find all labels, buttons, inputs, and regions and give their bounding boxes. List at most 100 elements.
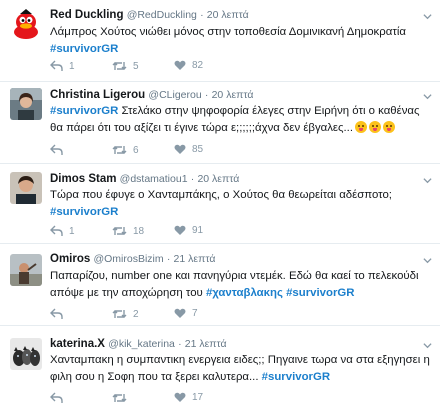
separator-dot: ·: [166, 253, 171, 265]
retweet-button[interactable]: 18: [112, 225, 144, 237]
tweet-actions: 2 7: [50, 308, 430, 322]
retweet-button[interactable]: 2: [112, 308, 139, 320]
display-name[interactable]: katerina.X: [50, 338, 105, 350]
like-button[interactable]: 85: [174, 144, 203, 155]
like-count: 85: [192, 144, 204, 155]
like-button[interactable]: 17: [174, 392, 203, 403]
retweet-icon: [112, 146, 127, 154]
heart-icon: [174, 144, 186, 154]
separator-dot: ·: [190, 173, 195, 185]
tweet-card[interactable]: Omiros @OmirosBizim · 21 λεπτά Παπαρίζου…: [0, 244, 440, 326]
tweet-card[interactable]: Christina Ligerou @CLigerou · 20 λεπτά #…: [0, 82, 440, 164]
tweet-feed: Red Duckling @RedDuckling · 20 λεπτά Λάμ…: [0, 0, 440, 409]
chevron-down-icon[interactable]: [423, 176, 432, 185]
like-button[interactable]: 91: [174, 225, 203, 236]
hashtag-link[interactable]: #survivorGR: [286, 287, 354, 299]
retweet-count: 18: [133, 225, 145, 237]
tweet-text: Παπαρίζου, number one και πανηγύρια ντεμ…: [50, 268, 432, 302]
tweet-actions: 17: [50, 392, 430, 406]
like-button[interactable]: 82: [174, 60, 203, 71]
tweet-actions: 1 5 82: [50, 60, 430, 74]
user-handle[interactable]: @kik_katerina: [108, 338, 175, 350]
reply-count: 1: [69, 60, 75, 72]
display-name[interactable]: Dimos Stam: [50, 173, 116, 185]
hashtag-link[interactable]: #survivorGR: [50, 105, 118, 117]
retweet-icon: [112, 227, 127, 235]
chevron-down-icon[interactable]: [423, 256, 432, 265]
hashtag-link[interactable]: #survivorGR: [50, 43, 118, 55]
reply-button[interactable]: 1: [50, 225, 75, 237]
heart-icon: [174, 60, 186, 70]
text-segment: Λάμπρος Χούτος νιώθει μόνος στην τοποθεσ…: [50, 26, 406, 38]
heart-icon: [174, 392, 186, 402]
reply-icon: [50, 225, 63, 236]
chevron-down-icon[interactable]: [423, 12, 432, 21]
retweet-button[interactable]: 6: [112, 144, 139, 156]
avatar[interactable]: [10, 88, 42, 120]
separator-dot: ·: [204, 89, 209, 101]
timestamp[interactable]: 21 λεπτά: [174, 253, 216, 265]
display-name[interactable]: Christina Ligerou: [50, 89, 145, 101]
reply-button[interactable]: [50, 392, 69, 404]
tweet-card[interactable]: Dimos Stam @dstamatiou1 · 20 λεπτά Τώρα …: [0, 164, 440, 244]
reply-button[interactable]: [50, 308, 69, 320]
retweet-icon: [112, 62, 127, 70]
heart-icon: [174, 308, 186, 318]
retweet-count: 2: [133, 308, 139, 320]
retweet-count: 5: [133, 60, 139, 72]
like-button[interactable]: 7: [174, 308, 198, 319]
hashtag-link[interactable]: #survivorGR: [262, 371, 330, 383]
tweet-text: #survivorGR Στελάκο στην ψηφοφορία έλεγε…: [50, 103, 432, 137]
user-handle[interactable]: @dstamatiou1: [120, 173, 188, 185]
heart-icon: [174, 225, 186, 235]
avatar[interactable]: [10, 254, 42, 286]
user-handle[interactable]: @OmirosBizim: [93, 253, 163, 265]
tweet-header: Dimos Stam @dstamatiou1 · 20 λεπτά: [50, 173, 239, 185]
user-handle[interactable]: @CLigerou: [148, 89, 201, 101]
chevron-down-icon[interactable]: [423, 92, 432, 101]
user-handle[interactable]: @RedDuckling: [127, 9, 197, 21]
tweet-actions: 6 85: [50, 144, 430, 158]
retweet-count: 6: [133, 144, 139, 156]
hashtag-link[interactable]: #χανταβλακης: [206, 287, 283, 299]
tweet-text: Τώρα που έφυγε ο Χανταμπάκης, ο Χούτος θ…: [50, 187, 432, 221]
timestamp[interactable]: 20 λεπτά: [197, 173, 239, 185]
tongue-emoji-icon: [369, 121, 381, 133]
tweet-text: Χανταμπακη η συμπαντικη ενεργεια ειδες;;…: [50, 352, 432, 386]
avatar[interactable]: [10, 338, 42, 370]
like-count: 17: [192, 392, 204, 403]
retweet-button[interactable]: [112, 392, 133, 404]
display-name[interactable]: Omiros: [50, 253, 90, 265]
tweet-text: Λάμπρος Χούτος νιώθει μόνος στην τοποθεσ…: [50, 24, 432, 58]
like-count: 91: [192, 225, 204, 236]
timestamp[interactable]: 20 λεπτά: [207, 9, 249, 21]
tweet-card[interactable]: katerina.X @kik_katerina · 21 λεπτά Χαντ…: [0, 326, 440, 409]
hashtag-link[interactable]: #survivorGR: [50, 206, 118, 218]
avatar[interactable]: [10, 172, 42, 204]
text-segment: Τώρα που έφυγε ο Χανταμπάκης, ο Χούτος θ…: [50, 189, 392, 201]
tongue-emoji-icon: [383, 121, 395, 133]
like-count: 82: [192, 60, 204, 71]
tweet-header: Red Duckling @RedDuckling · 20 λεπτά: [50, 9, 249, 21]
like-count: 7: [192, 308, 198, 319]
reply-icon: [50, 392, 63, 403]
chevron-down-icon[interactable]: [423, 341, 432, 350]
reply-icon: [50, 60, 63, 71]
reply-button[interactable]: [50, 144, 69, 156]
reply-button[interactable]: 1: [50, 60, 75, 72]
separator-dot: ·: [178, 338, 182, 350]
retweet-icon: [112, 394, 127, 402]
retweet-button[interactable]: 5: [112, 60, 139, 72]
tweet-header: Christina Ligerou @CLigerou · 20 λεπτά: [50, 89, 253, 101]
display-name[interactable]: Red Duckling: [50, 9, 123, 21]
text-segment: Χανταμπακη η συμπαντικη ενεργεια ειδες;;…: [50, 354, 430, 383]
timestamp[interactable]: 21 λεπτά: [185, 338, 227, 350]
tweet-header: katerina.X @kik_katerina · 21 λεπτά: [50, 338, 227, 350]
tweet-header: Omiros @OmirosBizim · 21 λεπτά: [50, 253, 215, 265]
avatar[interactable]: [10, 8, 42, 40]
retweet-icon: [112, 310, 127, 318]
tweet-actions: 1 18 91: [50, 225, 430, 239]
timestamp[interactable]: 20 λεπτά: [212, 89, 254, 101]
tweet-card[interactable]: Red Duckling @RedDuckling · 20 λεπτά Λάμ…: [0, 0, 440, 82]
reply-count: 1: [69, 225, 75, 237]
